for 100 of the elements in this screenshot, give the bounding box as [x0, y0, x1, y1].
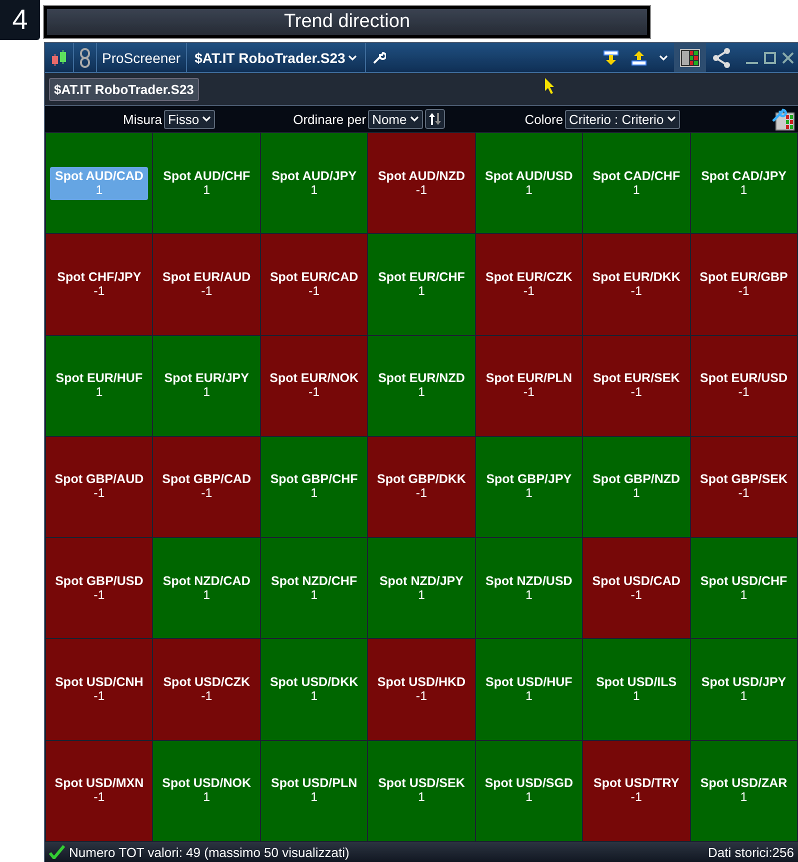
heatmap-tile[interactable]: Spot USD/CAD -1 [583, 538, 690, 638]
trend-value: 1 [740, 588, 748, 602]
heatmap-tile[interactable]: Spot USD/TRY -1 [583, 740, 690, 841]
instrument-name: Spot USD/SGD [484, 776, 574, 790]
heatmap-tile[interactable]: Spot CHF/JPY -1 [46, 234, 152, 335]
instrument-name: Spot EUR/CZK [486, 270, 572, 284]
heatmap-settings-icon[interactable] [771, 107, 795, 131]
heatmap-tile[interactable]: Spot AUD/JPY 1 [260, 133, 368, 234]
heatmap-tile[interactable]: Spot USD/SEK 1 [368, 740, 475, 841]
heatmap-tile[interactable]: Spot USD/MXN -1 [46, 740, 152, 841]
instrument-name: Spot EUR/CHF [378, 270, 465, 284]
heatmap-tile[interactable]: Spot GBP/SEK -1 [690, 436, 797, 538]
heatmap-tile[interactable]: Spot GBP/JPY 1 [476, 436, 582, 538]
heatmap-tile[interactable]: Spot GBP/AUD -1 [46, 436, 152, 538]
heatmap-tile[interactable]: Spot USD/NOK 1 [153, 740, 260, 841]
heatmap-tile[interactable]: Spot AUD/USD 1 [476, 133, 582, 234]
heatmap-tile[interactable]: Spot AUD/NZD -1 [368, 133, 475, 234]
instrument-name: Spot CAD/CHF [592, 168, 680, 183]
heatmap-tile[interactable]: Spot EUR/PLN -1 [476, 336, 582, 436]
trend-value: 1 [96, 182, 103, 197]
trend-value: 1 [525, 790, 532, 804]
heatmap-tile[interactable]: Spot USD/SGD 1 [476, 740, 582, 841]
heatmap-tile[interactable]: Spot NZD/USD 1 [476, 538, 582, 638]
instrument-name: Spot CAD/JPY [701, 168, 786, 183]
heatmap-tile[interactable]: Spot EUR/SEK -1 [583, 336, 690, 436]
heatmap-tile[interactable]: Spot EUR/USD -1 [690, 336, 797, 436]
instrument-name: Spot USD/HKD [377, 675, 466, 690]
sort-order-icon[interactable] [424, 109, 445, 129]
trend-value: -1 [523, 385, 534, 400]
trend-value: 1 [96, 385, 103, 400]
instrument-name: Spot CHF/JPY [57, 270, 142, 284]
close-icon[interactable] [782, 52, 794, 64]
size-dropdown[interactable]: Fisso [164, 110, 216, 128]
instrument-name: Spot GBP/AUD [54, 472, 144, 486]
candlestick-icon[interactable] [50, 48, 68, 66]
instrument-name: Spot GBP/DKK [377, 472, 466, 486]
trend-value: -1 [201, 486, 212, 500]
heatmap-tile[interactable]: Spot EUR/JPY 1 [153, 336, 260, 436]
screener-tab[interactable]: $AT.IT RoboTrader.S23 [49, 78, 199, 100]
heatmap-tile[interactable]: Spot EUR/CAD -1 [260, 234, 368, 335]
heatmap-tile[interactable]: Spot GBP/DKK -1 [368, 436, 475, 538]
heatmap-tile[interactable]: Spot NZD/CHF 1 [260, 538, 368, 638]
instrument-name: Spot GBP/CHF [270, 472, 358, 486]
section-title: Trend direction [44, 6, 650, 38]
instrument-name: Spot USD/HUF [486, 675, 572, 690]
instrument-name: Spot NZD/USD [486, 574, 572, 588]
screener-dropdown[interactable]: $AT.IT RoboTrader.S23 [192, 48, 360, 66]
instrument-name: Spot EUR/USD [700, 371, 788, 386]
maximize-icon[interactable] [764, 52, 776, 64]
heatmap-tile[interactable]: Spot GBP/CHF 1 [260, 436, 368, 538]
heatmap-tile[interactable]: Spot AUD/CHF 1 [153, 133, 260, 234]
trend-value: -1 [94, 689, 105, 704]
link-icon[interactable] [79, 48, 91, 68]
heatmap-tile[interactable]: Spot GBP/CAD -1 [153, 436, 260, 538]
heatmap-icon[interactable] [680, 48, 700, 66]
sort-label: Ordinare per [293, 112, 366, 126]
heatmap-tile[interactable]: Spot EUR/AUD -1 [153, 234, 260, 335]
heatmap-tile[interactable]: Spot USD/JPY 1 [690, 639, 797, 740]
heatmap-tile[interactable]: Spot NZD/JPY 1 [368, 538, 475, 638]
instrument-name: Spot GBP/NZD [592, 472, 680, 486]
wrench-icon[interactable] [372, 50, 386, 64]
trend-value: 1 [525, 182, 532, 197]
download-icon[interactable] [603, 50, 619, 66]
heatmap-tile[interactable]: Spot EUR/DKK -1 [583, 234, 690, 335]
heatmap-tile[interactable]: Spot USD/ILS 1 [583, 639, 690, 740]
heatmap-tile[interactable]: Spot USD/CZK -1 [153, 639, 260, 740]
heatmap-tile[interactable]: Spot USD/CHF 1 [690, 538, 797, 638]
heatmap-tile[interactable]: Spot NZD/CAD 1 [153, 538, 260, 638]
heatmap-tile[interactable]: Spot USD/HUF 1 [476, 639, 582, 740]
instrument-name: Spot USD/ZAR [700, 776, 788, 790]
heatmap-tile[interactable]: Spot USD/PLN 1 [260, 740, 368, 841]
trend-value: 1 [525, 689, 532, 704]
color-label: Colore [524, 112, 564, 126]
heatmap-tile[interactable]: Spot EUR/NOK -1 [260, 336, 368, 436]
sort-dropdown[interactable]: Nome [368, 110, 423, 128]
instrument-name: Spot EUR/HUF [56, 371, 143, 386]
heatmap-tile[interactable]: Spot USD/DKK 1 [260, 639, 368, 740]
heatmap-tile[interactable]: Spot USD/ZAR 1 [690, 740, 797, 841]
heatmap-tile[interactable]: Spot EUR/GBP -1 [690, 234, 797, 335]
heatmap-tile[interactable]: Spot GBP/USD -1 [46, 538, 152, 638]
heatmap-tile[interactable]: Spot CAD/JPY 1 [690, 133, 797, 234]
heatmap-tile[interactable]: Spot USD/CNH -1 [46, 639, 152, 740]
trend-value: 1 [203, 385, 210, 400]
heatmap-tile[interactable]: Spot EUR/NZD 1 [368, 336, 475, 436]
heatmap-tile[interactable]: Spot EUR/HUF 1 [46, 336, 152, 436]
instrument-name: Spot NZD/JPY [379, 574, 464, 588]
heatmap-tile[interactable]: Spot USD/HKD -1 [368, 639, 475, 740]
trend-value: -1 [416, 182, 428, 197]
instrument-name: Spot USD/ILS [596, 675, 677, 690]
chevron-icon [659, 54, 668, 60]
heatmap-tile[interactable]: Spot GBP/NZD 1 [583, 436, 690, 538]
trend-value: -1 [94, 588, 105, 602]
heatmap-tile[interactable]: Spot CAD/CHF 1 [583, 133, 690, 234]
heatmap-tile[interactable]: Spot EUR/CHF 1 [368, 234, 475, 335]
upload-icon[interactable] [631, 50, 647, 66]
color-dropdown[interactable]: Criterio : Criterio [565, 110, 680, 128]
instrument-name: Spot USD/CZK [163, 675, 250, 690]
heatmap-tile[interactable]: Spot EUR/CZK -1 [476, 234, 582, 335]
trend-value: 1 [418, 588, 425, 602]
trend-value: 1 [310, 486, 318, 500]
